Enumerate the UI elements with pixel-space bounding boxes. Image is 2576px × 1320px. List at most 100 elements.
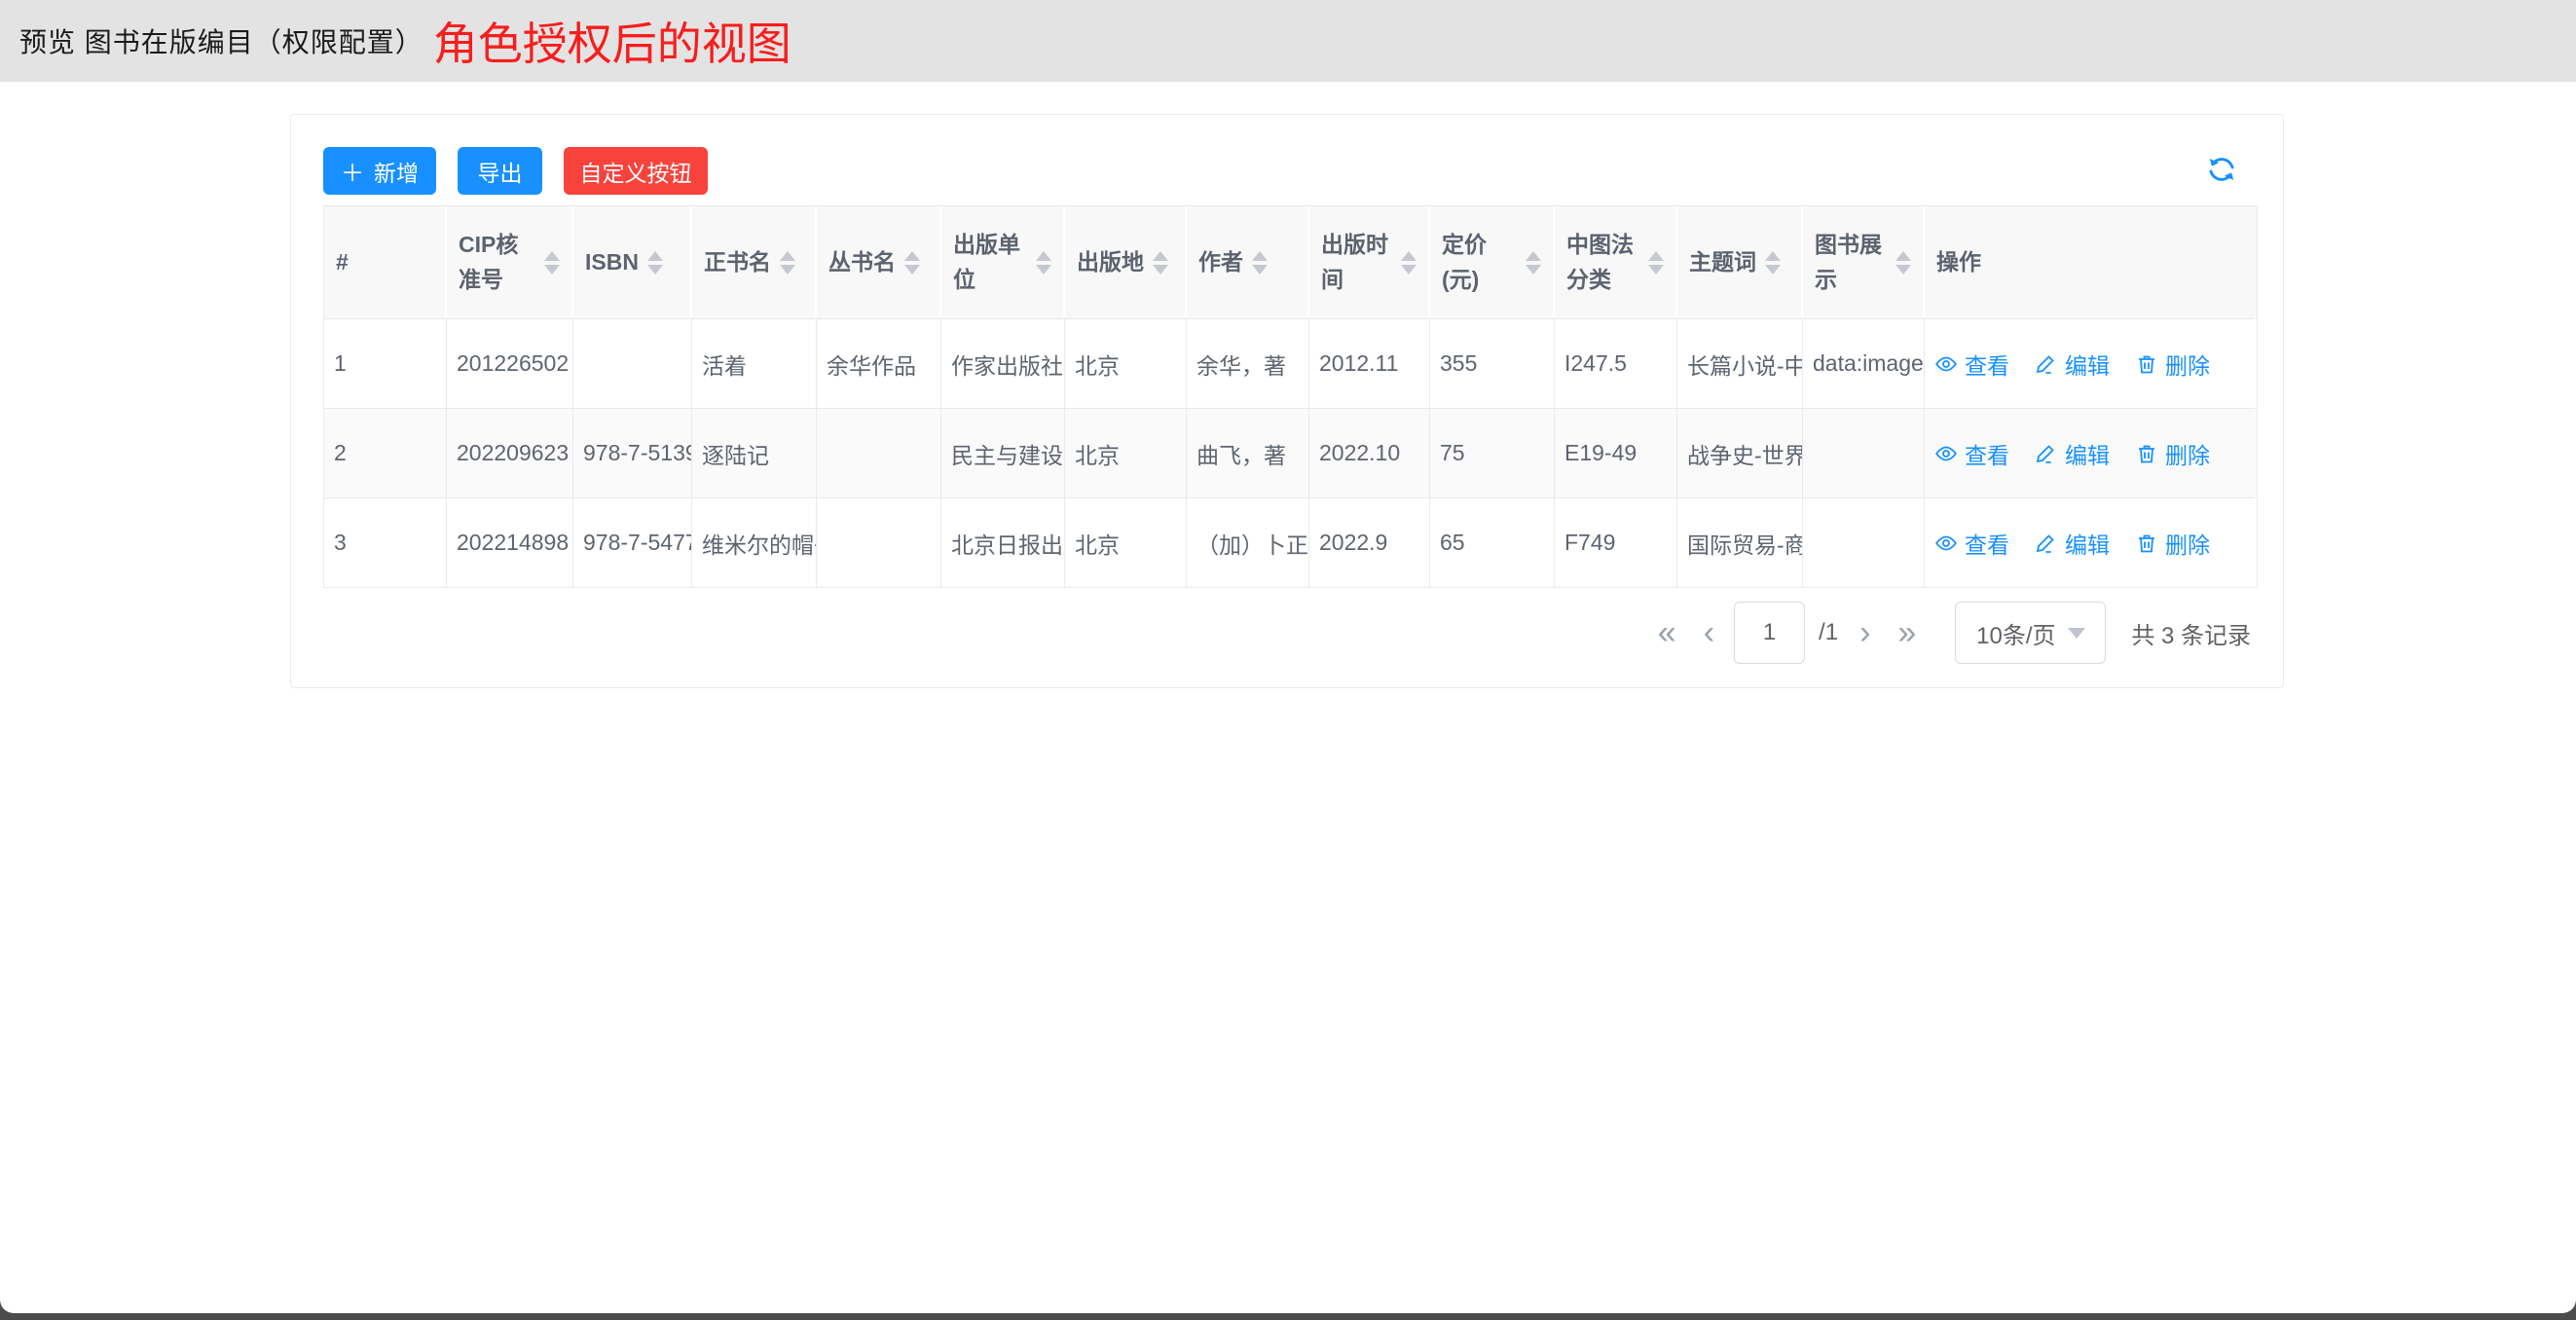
column-header-title[interactable]: 正书名 — [692, 206, 817, 318]
column-header-pubplace[interactable]: 出版地 — [1065, 206, 1187, 318]
row-actions: 查看 编辑 删除 — [1925, 497, 2255, 587]
cell-publisher: 民主与建设出版社 — [941, 408, 1065, 497]
cell-cip: 202209623 — [447, 408, 573, 497]
cell-title: 逐陆记 — [692, 408, 817, 497]
sort-icon[interactable] — [1895, 251, 1911, 275]
column-header-index: # — [324, 206, 447, 318]
row-actions: 查看 编辑 删除 — [1925, 408, 2255, 497]
export-button-label: 导出 — [478, 155, 523, 188]
edit-link[interactable]: 编辑 — [2035, 437, 2110, 470]
sort-icon[interactable] — [1252, 251, 1268, 275]
cell-pubplace: 北京 — [1065, 318, 1187, 408]
last-page-button[interactable]: » — [1884, 616, 1930, 649]
table-card: ＋ 新增 导出 自定义按钮 — [290, 114, 2284, 688]
cell-classification: I247.5 — [1555, 318, 1677, 408]
cell-title: 活着 — [692, 318, 817, 408]
cell-subject: 长篇小说-中国 — [1677, 318, 1803, 408]
column-header-publisher[interactable]: 出版单位 — [941, 206, 1065, 318]
next-page-button[interactable]: › — [1846, 616, 1884, 649]
column-header-price[interactable]: 定价(元) — [1430, 206, 1555, 318]
sort-icon[interactable] — [647, 251, 663, 275]
sort-icon[interactable] — [780, 251, 795, 275]
cell-bookimage: data:image — [1803, 318, 1925, 408]
cell-price: 75 — [1430, 408, 1555, 497]
page-size-select[interactable]: 10条/页 — [1955, 602, 2106, 664]
sort-icon[interactable] — [1153, 251, 1168, 275]
column-header-isbn[interactable]: ISBN — [573, 206, 692, 318]
page-number-input[interactable] — [1734, 602, 1805, 664]
cell-classification: F749 — [1555, 497, 1677, 587]
delete-link[interactable]: 删除 — [2135, 437, 2210, 470]
cell-bookimage — [1803, 497, 1925, 587]
trash-icon — [2135, 532, 2158, 555]
view-link[interactable]: 查看 — [1934, 437, 2009, 470]
cell-isbn: 978-7-5139 — [573, 408, 692, 497]
add-button-label: 新增 — [374, 155, 419, 188]
eye-icon — [1934, 532, 1958, 555]
cell-subject: 战争史-世界 — [1677, 408, 1803, 497]
column-header-subject[interactable]: 主题词 — [1677, 206, 1803, 318]
app-window: 预览 图书在版编目（权限配置） 角色授权后的视图 ＋ 新增 导出 自定义按钮 — [0, 0, 2576, 1313]
cell-cip: 201226502 — [447, 318, 573, 408]
add-button[interactable]: ＋ 新增 — [323, 147, 436, 195]
cell-author: （加）卜正民 — [1187, 497, 1309, 587]
cell-isbn — [573, 318, 692, 408]
delete-link[interactable]: 删除 — [2135, 348, 2210, 381]
custom-button-label: 自定义按钮 — [580, 155, 692, 188]
cell-series — [817, 497, 941, 587]
cell-author: 余华，著 — [1187, 318, 1309, 408]
top-header-bar: 预览 图书在版编目（权限配置） 角色授权后的视图 — [0, 0, 2576, 82]
column-header-author[interactable]: 作者 — [1187, 206, 1309, 318]
sort-icon[interactable] — [1401, 251, 1417, 275]
page-size-value: 10条/页 — [1976, 616, 2055, 650]
cell-index: 2 — [324, 408, 447, 497]
header-row: # CIP核准号 ISBN 正书名 丛书名 出版单位 — [324, 206, 2257, 318]
sort-icon[interactable] — [904, 251, 920, 275]
cell-classification: E19-49 — [1555, 408, 1677, 497]
column-header-pubdate[interactable]: 出版时间 — [1309, 206, 1430, 318]
cell-pubdate: 2022.9 — [1309, 497, 1430, 587]
table-row: 2 202209623 978-7-5139 逐陆记 民主与建设出版社 北京 曲… — [324, 408, 2257, 497]
sort-icon[interactable] — [544, 251, 560, 275]
export-button[interactable]: 导出 — [458, 147, 542, 195]
edit-icon — [2035, 352, 2058, 376]
plus-icon: ＋ — [341, 154, 364, 188]
column-header-series[interactable]: 丛书名 — [817, 206, 941, 318]
edit-icon — [2035, 532, 2058, 555]
column-header-cip[interactable]: CIP核准号 — [447, 206, 573, 318]
cell-isbn: 978-7-5477 — [573, 497, 692, 587]
edit-link[interactable]: 编辑 — [2035, 527, 2110, 560]
cell-index: 1 — [324, 318, 447, 408]
prev-page-button[interactable]: ‹ — [1690, 616, 1728, 649]
cell-series: 余华作品 — [817, 318, 941, 408]
cell-pubplace: 北京 — [1065, 408, 1187, 497]
table-row: 1 201226502 活着 余华作品 作家出版社 北京 余华，著 2012.1… — [324, 318, 2257, 408]
edit-icon — [2035, 442, 2058, 465]
first-page-button[interactable]: « — [1644, 616, 1690, 649]
cell-price: 355 — [1430, 318, 1555, 408]
cell-pubplace: 北京 — [1065, 497, 1187, 587]
page-annotation: 角色授权后的视图 — [433, 9, 791, 73]
cell-pubdate: 2012.11 — [1309, 318, 1430, 408]
refresh-icon — [2205, 153, 2238, 189]
cell-index: 3 — [324, 497, 447, 587]
cell-pubdate: 2022.10 — [1309, 408, 1430, 497]
refresh-button[interactable] — [2200, 150, 2243, 193]
column-header-actions: 操作 — [1925, 206, 2255, 318]
sort-icon[interactable] — [1765, 251, 1781, 275]
row-actions: 查看 编辑 删除 — [1925, 318, 2255, 408]
edit-link[interactable]: 编辑 — [2035, 348, 2110, 381]
view-link[interactable]: 查看 — [1934, 527, 2009, 560]
sort-icon[interactable] — [1648, 251, 1664, 275]
cell-series — [817, 408, 941, 497]
column-header-classification[interactable]: 中图法分类 — [1555, 206, 1677, 318]
sort-icon[interactable] — [1526, 251, 1541, 275]
view-link[interactable]: 查看 — [1934, 348, 2009, 381]
sort-icon[interactable] — [1036, 251, 1051, 275]
column-header-bookimage[interactable]: 图书展示 — [1803, 206, 1925, 318]
cell-title: 维米尔的帽子 — [692, 497, 817, 587]
custom-button[interactable]: 自定义按钮 — [564, 147, 708, 195]
total-pages-label: /1 — [1819, 619, 1838, 646]
page-title: 预览 图书在版编目（权限配置） — [19, 21, 423, 60]
delete-link[interactable]: 删除 — [2135, 527, 2210, 560]
